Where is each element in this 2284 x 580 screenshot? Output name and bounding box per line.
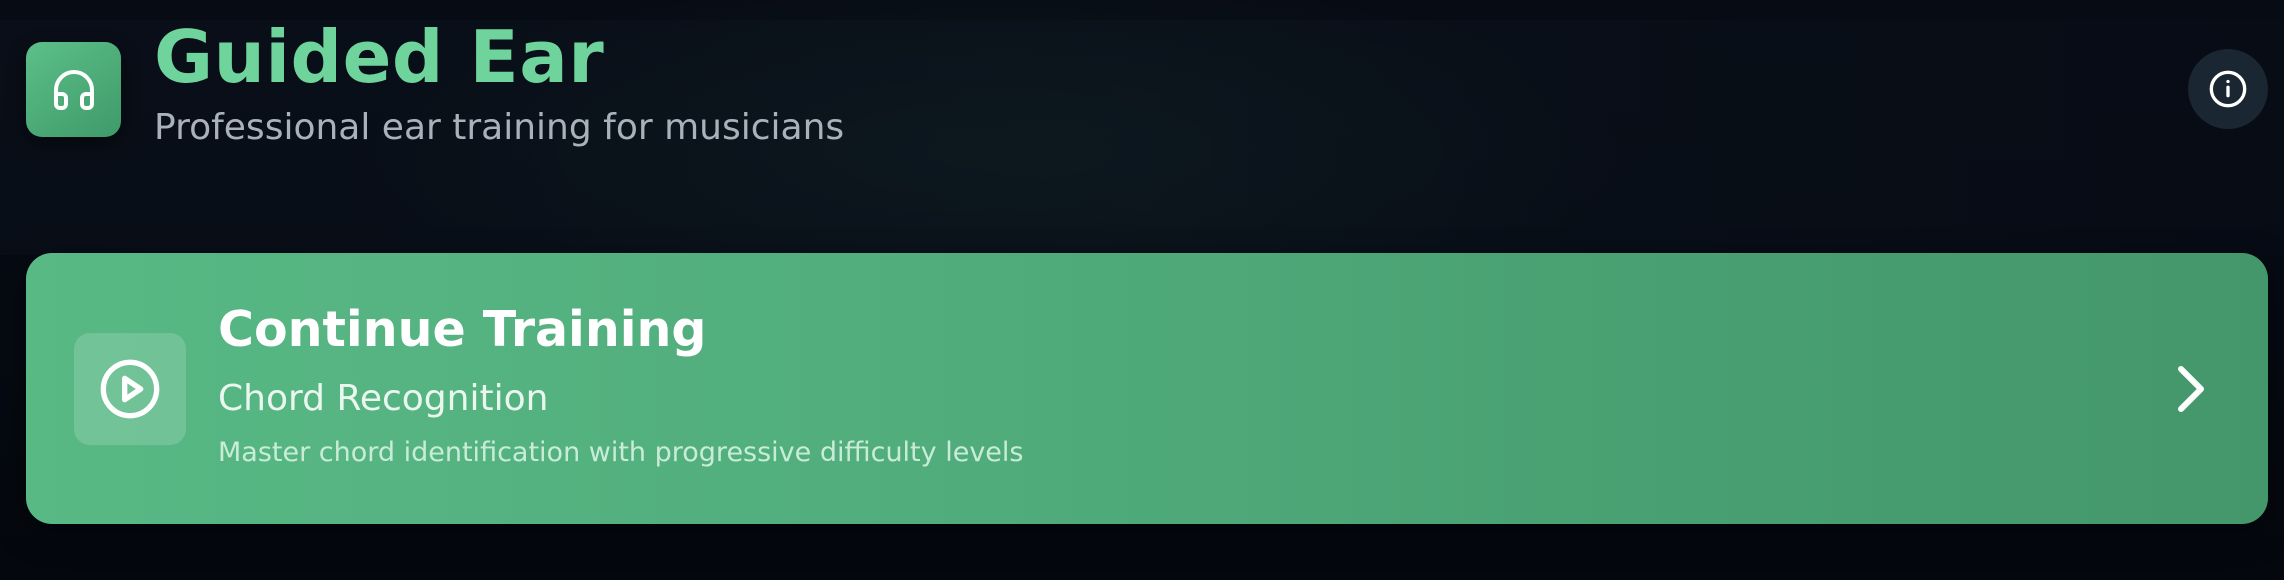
info-button[interactable] <box>2188 49 2268 129</box>
chevron-right-icon <box>2178 366 2204 412</box>
info-icon <box>2209 70 2247 108</box>
app-subtitle: Professional ear training for musicians <box>154 107 845 148</box>
continue-training-card[interactable]: Continue Training Chord Recognition Mast… <box>26 253 2268 524</box>
play-circle-icon <box>100 359 160 419</box>
card-description: Master chord identification with progres… <box>218 437 1024 468</box>
play-tile <box>74 333 186 445</box>
card-title: Continue Training <box>218 301 707 358</box>
card-subtitle: Chord Recognition <box>218 378 549 419</box>
app-logo <box>26 42 121 137</box>
headphones-icon <box>53 69 94 110</box>
app-title: Guided Ear <box>154 15 605 99</box>
app-screen: Guided Ear Professional ear training for… <box>0 0 2284 580</box>
